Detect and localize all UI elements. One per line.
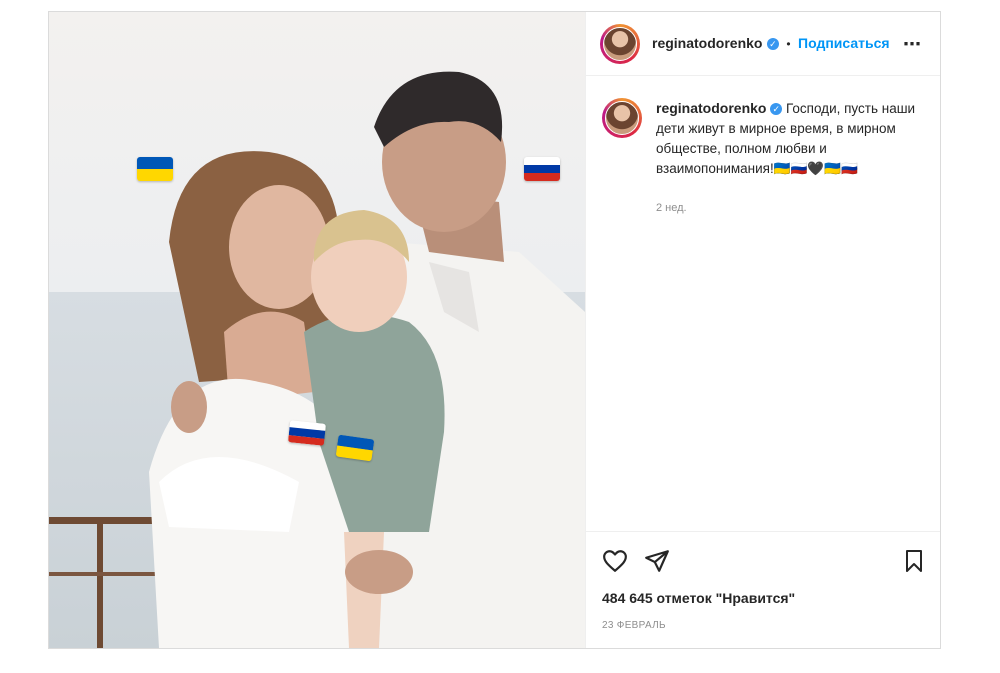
post-header: reginatodorenko ✓ • Подписаться ⋯ — [586, 12, 940, 76]
header-separator: • — [786, 37, 791, 51]
post-date[interactable]: 23 ФЕВРАЛЬ — [602, 620, 666, 631]
ukraine-flag-icon — [137, 157, 173, 181]
instagram-post: reginatodorenko ✓ • Подписаться ⋯ regina… — [48, 11, 941, 649]
caption-text-container: reginatodorenko ✓ Господи, пусть наши де… — [656, 98, 916, 179]
post-actions: 484 645 отметок "Нравится" 23 ФЕВРАЛЬ — [586, 531, 940, 648]
likes-count[interactable]: 484 645 отметок "Нравится" — [602, 590, 795, 606]
share-icon[interactable] — [644, 548, 670, 574]
post-sidebar: reginatodorenko ✓ • Подписаться ⋯ regina… — [585, 12, 940, 648]
author-avatar[interactable] — [600, 24, 640, 64]
avatar-image — [603, 27, 637, 61]
russia-flag-stripe-white — [524, 157, 560, 165]
author-username[interactable]: reginatodorenko — [652, 35, 762, 51]
caption-username[interactable]: reginatodorenko — [656, 100, 766, 116]
more-options-icon[interactable]: ⋯ — [903, 34, 922, 55]
heart-icon[interactable] — [602, 548, 628, 574]
avatar-image — [605, 101, 639, 135]
ukraine-flag-stripe-yellow — [137, 169, 173, 181]
ukraine-flag-stripe-blue — [137, 157, 173, 169]
verified-badge-icon: ✓ — [766, 37, 779, 50]
russia-flag-stripe-red — [524, 172, 560, 181]
family-photo — [49, 12, 585, 648]
follow-button[interactable]: Подписаться — [798, 35, 890, 51]
russia-flag-stripe-blue — [524, 164, 560, 173]
verified-badge-icon: ✓ — [770, 103, 783, 116]
caption-time[interactable]: 2 нед. — [656, 202, 687, 214]
caption-avatar[interactable] — [602, 98, 642, 138]
post-photo[interactable] — [49, 12, 585, 648]
russia-flag-icon — [524, 157, 560, 181]
russia-flag-wristband-icon — [287, 420, 327, 446]
bookmark-icon[interactable] — [902, 548, 926, 574]
